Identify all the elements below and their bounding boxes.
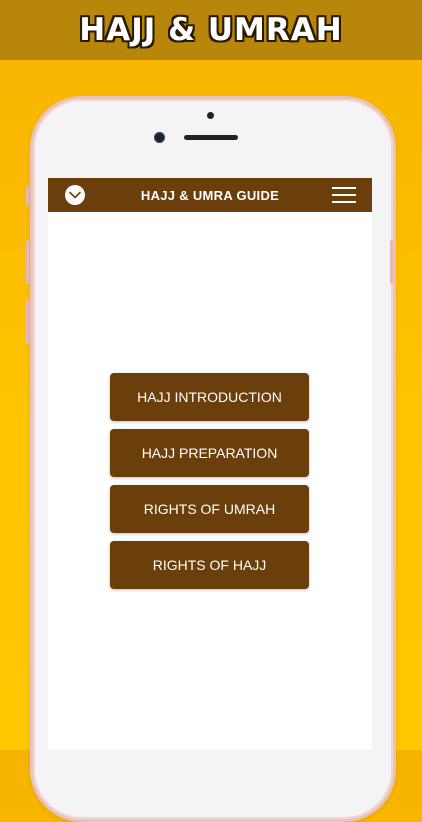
banner-title: HAJJ & UMRAH [79, 12, 343, 48]
phone-volume-down [26, 300, 29, 344]
rights-of-hajj-button[interactable]: RIGHTS OF HAJJ [110, 541, 309, 589]
hamburger-menu-icon [332, 187, 356, 189]
phone-sensor [207, 112, 214, 119]
hajj-preparation-button[interactable]: HAJJ PREPARATION [110, 429, 309, 477]
guide-menu: HAJJ INTRODUCTION HAJJ PREPARATION RIGHT… [110, 373, 309, 597]
hamburger-menu-icon [332, 194, 356, 196]
phone-speaker [184, 135, 238, 140]
app-header: HAJJ & UMRA GUIDE [48, 178, 372, 212]
phone-volume-up [26, 240, 29, 284]
promo-banner: HAJJ & UMRAH [0, 0, 422, 60]
app-title: HAJJ & UMRA GUIDE [140, 187, 280, 203]
phone-side-button [26, 186, 29, 206]
hajj-introduction-button[interactable]: HAJJ INTRODUCTION [110, 373, 309, 421]
chevron-down-icon [69, 191, 81, 199]
phone-camera [154, 132, 165, 143]
hamburger-menu-icon [332, 201, 356, 203]
phone-power-button [390, 240, 393, 284]
rights-of-umrah-button[interactable]: RIGHTS OF UMRAH [110, 485, 309, 533]
chevron-down-button[interactable] [65, 185, 85, 205]
app-screen: HAJJ & UMRA GUIDE HAJJ INTRODUCTION HAJJ… [48, 178, 372, 750]
hamburger-menu-button[interactable] [332, 187, 356, 203]
